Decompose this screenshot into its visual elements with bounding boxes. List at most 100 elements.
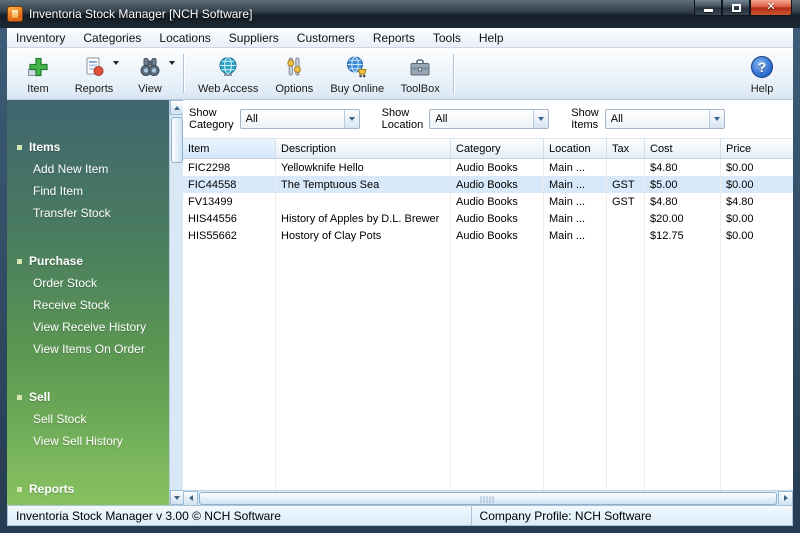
sidebar-header-reports: Reports [7, 478, 169, 500]
cell-description: Hostory of Clay Pots [276, 227, 451, 244]
category-filter-dropdown[interactable]: All [239, 109, 360, 129]
help-button[interactable]: Help [734, 50, 790, 97]
column-header-price[interactable]: Price [721, 139, 793, 158]
column-header-cost[interactable]: Cost [645, 139, 721, 158]
horizontal-scrollbar-thumb[interactable] [199, 491, 777, 505]
bullet-icon [17, 394, 22, 400]
cell-item: FV13499 [183, 193, 276, 210]
sidebar-item-view-receive-history[interactable]: View Receive History [7, 316, 169, 338]
toolbar-separator [183, 54, 185, 93]
sidebar-scrollbar[interactable] [169, 100, 184, 505]
cell-tax [607, 210, 645, 227]
bullet-icon [17, 486, 22, 492]
cell-description: History of Apples by D.L. Brewer [276, 210, 451, 227]
status-bar: Inventoria Stock Manager v 3.00 © NCH So… [7, 505, 793, 526]
app-icon[interactable] [7, 6, 23, 22]
cell-location: Main ... [544, 210, 607, 227]
toolbar: Item Reports View Web Access Options Buy… [7, 48, 793, 100]
bullet-icon [17, 258, 22, 264]
column-header-description[interactable]: Description [276, 139, 451, 158]
menu-locations[interactable]: Locations [150, 29, 219, 47]
reports-button[interactable]: Reports [66, 50, 122, 97]
sidebar-item-receive-stock[interactable]: Receive Stock [7, 294, 169, 316]
chevron-down-icon[interactable] [343, 110, 359, 128]
cell-item: HIS55662 [183, 227, 276, 244]
reports-button-label: Reports [74, 83, 114, 95]
horizontal-scrollbar[interactable] [183, 490, 793, 506]
cell-location: Main ... [544, 193, 607, 210]
view-dropdown-icon[interactable] [169, 61, 175, 65]
column-header-tax[interactable]: Tax [607, 139, 645, 158]
table-row-selected[interactable]: FIC44558 The Temptuous Sea Audio Books M… [183, 176, 793, 193]
title-bar[interactable]: Inventoria Stock Manager [NCH Software] … [0, 0, 800, 28]
scroll-left-button[interactable] [183, 490, 198, 506]
arrow-left-icon [188, 495, 193, 501]
column-header-item[interactable]: Item [183, 139, 276, 158]
maximize-button[interactable] [722, 0, 750, 16]
globe-icon [216, 53, 240, 80]
sidebar-item-view-items-on-order[interactable]: View Items On Order [7, 338, 169, 360]
sidebar-item-order-stock[interactable]: Order Stock [7, 272, 169, 294]
sidebar-header-label: Reports [29, 482, 75, 496]
buy-online-button[interactable]: Buy Online [322, 50, 392, 97]
item-button[interactable]: Item [10, 50, 66, 97]
menu-customers[interactable]: Customers [288, 29, 364, 47]
scroll-right-button[interactable] [778, 490, 793, 506]
close-icon: ✕ [766, 1, 776, 13]
sidebar-section-purchase: Purchase Order Stock Receive Stock View … [7, 250, 169, 360]
help-icon [751, 55, 773, 78]
cell-category: Audio Books [451, 193, 544, 210]
close-button[interactable]: ✕ [750, 0, 792, 16]
sidebar-item-transfer-stock[interactable]: Transfer Stock [7, 202, 169, 224]
menu-help[interactable]: Help [470, 29, 513, 47]
cell-item: FIC2298 [183, 159, 276, 176]
sidebar-item-view-sell-history[interactable]: View Sell History [7, 430, 169, 452]
sidebar-item-add-new-item[interactable]: Add New Item [7, 158, 169, 180]
show-category-label: Show Category [189, 107, 234, 131]
sidebar-section-reports: Reports [7, 478, 169, 500]
table-header: Item Description Category Location Tax C… [183, 139, 793, 159]
location-filter-dropdown[interactable]: All [429, 109, 550, 129]
cell-item: FIC44558 [183, 176, 276, 193]
cell-category: Audio Books [451, 159, 544, 176]
items-filter-dropdown[interactable]: All [604, 109, 725, 129]
binoculars-icon [138, 53, 162, 80]
sidebar-item-find-item[interactable]: Find Item [7, 180, 169, 202]
table-row[interactable]: HIS55662 Hostory of Clay Pots Audio Book… [183, 227, 793, 244]
table-row[interactable]: HIS44556 History of Apples by D.L. Brewe… [183, 210, 793, 227]
buy-online-button-label: Buy Online [330, 83, 385, 95]
cell-location: Main ... [544, 227, 607, 244]
column-header-location[interactable]: Location [544, 139, 607, 158]
menu-suppliers[interactable]: Suppliers [220, 29, 288, 47]
toolbox-button[interactable]: ToolBox [392, 50, 448, 97]
cell-description: The Temptuous Sea [276, 176, 451, 193]
items-filter-value: All [610, 113, 623, 125]
reports-dropdown-icon[interactable] [113, 61, 119, 65]
web-access-button[interactable]: Web Access [190, 50, 266, 97]
column-header-category[interactable]: Category [451, 139, 544, 158]
view-button[interactable]: View [122, 50, 178, 97]
scroll-down-button[interactable] [169, 490, 184, 505]
sidebar-header-purchase: Purchase [7, 250, 169, 272]
scroll-up-button[interactable] [169, 100, 184, 115]
chevron-down-icon[interactable] [533, 110, 549, 128]
stock-table: Item Description Category Location Tax C… [183, 138, 793, 490]
sidebar-scrollbar-thumb[interactable] [170, 117, 183, 163]
globe-cart-icon [345, 53, 369, 80]
options-button[interactable]: Options [266, 50, 322, 97]
menu-inventory[interactable]: Inventory [7, 29, 74, 47]
table-row[interactable]: FIC2298 Yellowknife Hello Audio Books Ma… [183, 159, 793, 176]
minimize-button[interactable] [694, 0, 722, 16]
cell-cost: $4.80 [645, 193, 721, 210]
sidebar-item-sell-stock[interactable]: Sell Stock [7, 408, 169, 430]
menu-reports[interactable]: Reports [364, 29, 424, 47]
table-row[interactable]: FV13499 Audio Books Main ... GST $4.80 $… [183, 193, 793, 210]
cell-price: $0.00 [726, 229, 754, 242]
category-filter-value: All [245, 113, 258, 125]
cell-price: $0.00 [726, 178, 754, 191]
menu-tools[interactable]: Tools [424, 29, 470, 47]
menu-categories[interactable]: Categories [74, 29, 150, 47]
chevron-down-icon[interactable] [708, 110, 724, 128]
cell-item: HIS44556 [183, 210, 276, 227]
